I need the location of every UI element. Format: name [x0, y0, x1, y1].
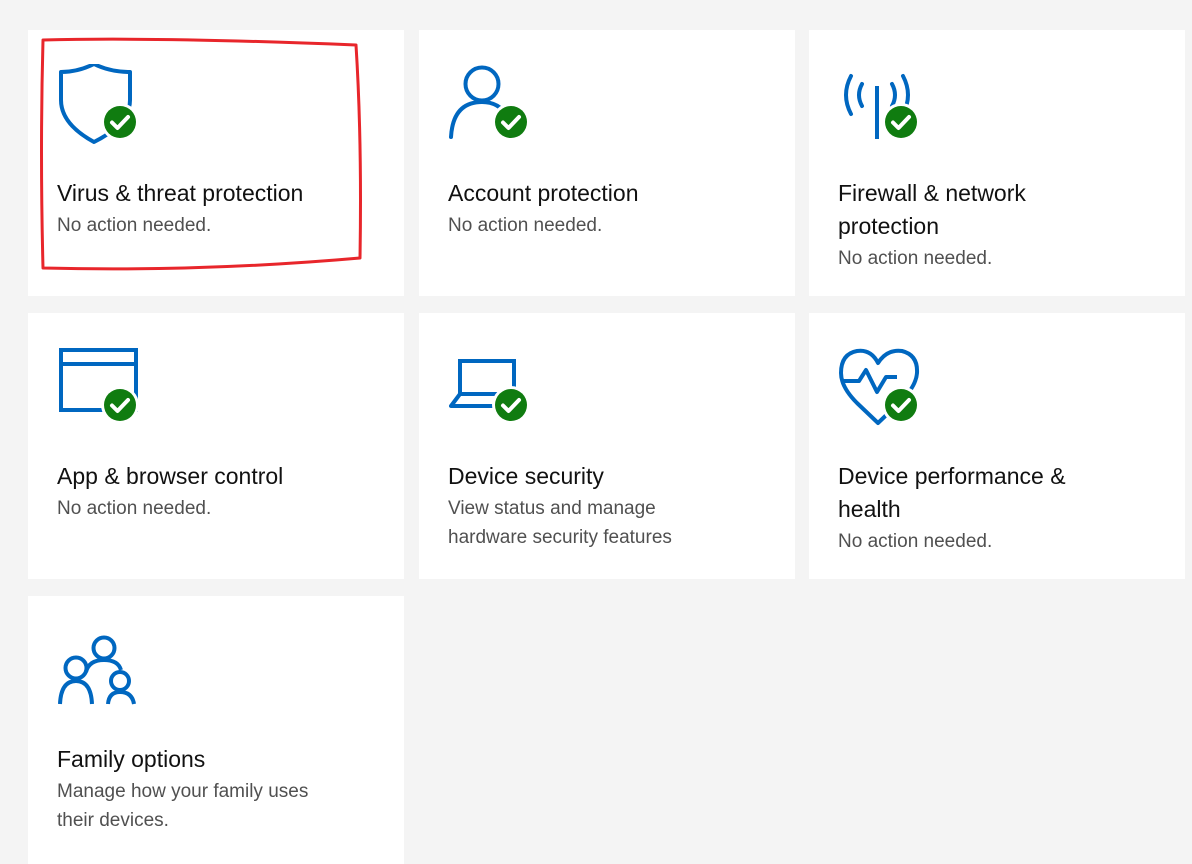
tile-virus-threat-protection[interactable]: Virus & threat protection No action need…: [28, 30, 404, 296]
family-icon: [58, 630, 168, 720]
tile-title: Device security: [448, 463, 604, 489]
tile-status: No action needed.: [838, 248, 993, 269]
tile-title: Device performance & health: [838, 463, 1066, 522]
tile-title: App & browser control: [57, 463, 284, 489]
tile-app-browser-control[interactable]: App & browser control No action needed.: [28, 313, 404, 579]
status-ok-icon: [882, 386, 920, 429]
tile-family-options[interactable]: Family options Manage how your family us…: [28, 596, 404, 864]
status-ok-icon: [492, 103, 530, 146]
tile-status: No action needed.: [57, 498, 212, 519]
status-ok-icon: [101, 103, 139, 146]
tile-status: No action needed.: [57, 215, 212, 236]
status-ok-icon: [492, 386, 530, 429]
tile-title: Account protection: [448, 180, 639, 206]
tile-title: Family options: [57, 746, 206, 772]
tile-status: No action needed.: [448, 215, 603, 236]
tile-account-protection[interactable]: Account protection No action needed.: [419, 30, 795, 296]
tile-device-security[interactable]: Device security View status and manage h…: [419, 313, 795, 579]
tile-status: No action needed.: [838, 531, 993, 552]
tile-title: Virus & threat protection: [57, 180, 304, 206]
tile-status: Manage how your family uses their device…: [57, 781, 309, 831]
tile-title: Firewall & network protection: [838, 180, 1026, 239]
status-ok-icon: [101, 386, 139, 429]
tile-firewall-network-protection[interactable]: Firewall & network protection No action …: [809, 30, 1185, 296]
status-ok-icon: [882, 103, 920, 146]
tile-status: View status and manage hardware security…: [448, 498, 672, 548]
tile-device-performance-health[interactable]: Device performance & health No action ne…: [809, 313, 1185, 579]
